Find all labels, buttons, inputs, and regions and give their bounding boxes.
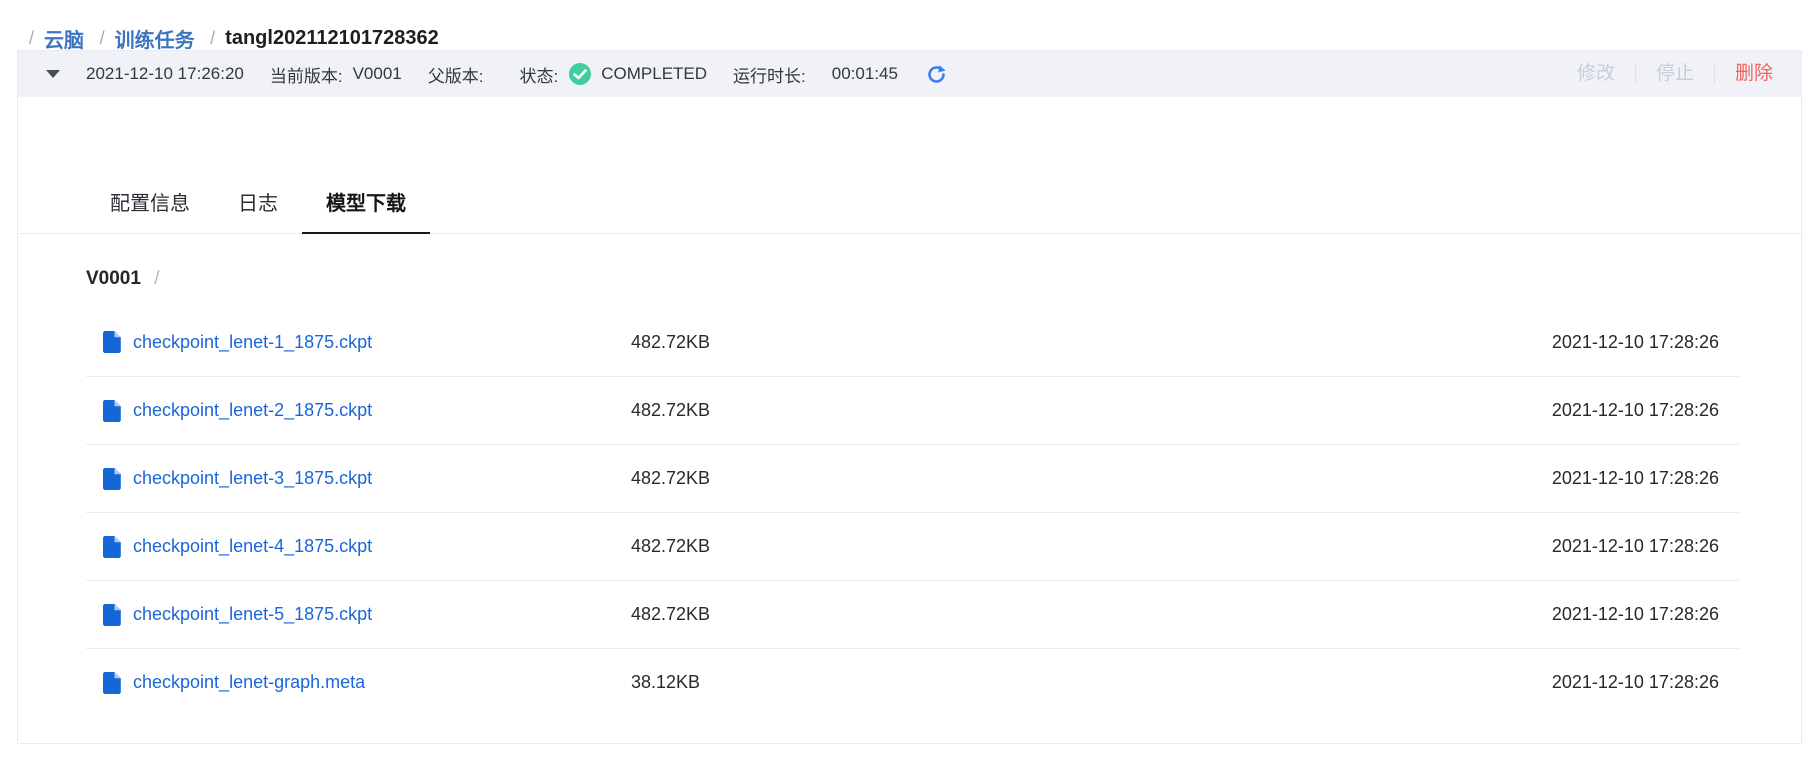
- file-row: checkpoint_lenet-graph.meta 38.12KB 2021…: [86, 648, 1739, 716]
- file-download-link[interactable]: checkpoint_lenet-1_1875.ckpt: [133, 332, 372, 353]
- file-modified-time: 2021-12-10 17:28:26: [1552, 604, 1739, 625]
- file-download-link[interactable]: checkpoint_lenet-graph.meta: [133, 672, 365, 693]
- file-size: 482.72KB: [631, 604, 1552, 625]
- training-task-card: 2021-12-10 17:26:20 当前版本: V0001 父版本: 状态:…: [17, 50, 1802, 744]
- parent-version-label: 父版本:: [428, 62, 484, 87]
- file-row: checkpoint_lenet-1_1875.ckpt 482.72KB 20…: [86, 308, 1739, 376]
- file-name-cell: checkpoint_lenet-graph.meta: [103, 672, 631, 694]
- file-name-cell: checkpoint_lenet-5_1875.ckpt: [103, 604, 631, 626]
- file-modified-time: 2021-12-10 17:28:26: [1552, 400, 1739, 421]
- breadcrumb-separator: /: [210, 28, 215, 49]
- file-row: checkpoint_lenet-2_1875.ckpt 482.72KB 20…: [86, 376, 1739, 444]
- breadcrumb-separator: /: [29, 28, 34, 49]
- caret-down-icon[interactable]: [46, 70, 60, 78]
- action-button[interactable]: 停止: [1635, 64, 1714, 84]
- file-modified-time: 2021-12-10 17:28:26: [1552, 672, 1739, 693]
- version-folder-link[interactable]: V0001: [86, 268, 141, 289]
- current-version-value: V0001: [353, 64, 402, 84]
- action-button[interactable]: 删除: [1714, 64, 1773, 84]
- breadcrumb-crumb: / 云脑: [19, 24, 84, 53]
- file-size: 482.72KB: [631, 400, 1552, 421]
- file-download-link[interactable]: checkpoint_lenet-5_1875.ckpt: [133, 604, 372, 625]
- document-icon: [103, 468, 121, 490]
- file-modified-time: 2021-12-10 17:28:26: [1552, 332, 1739, 353]
- duration-value: 00:01:45: [832, 64, 898, 84]
- current-version-label: 当前版本:: [270, 62, 343, 87]
- file-modified-time: 2021-12-10 17:28:26: [1552, 468, 1739, 489]
- file-size: 482.72KB: [631, 468, 1552, 489]
- tab-strip: 配置信息 日志 模型下载: [18, 173, 1801, 234]
- duration-label: 运行时长:: [733, 62, 806, 87]
- file-row: checkpoint_lenet-5_1875.ckpt 482.72KB 20…: [86, 580, 1739, 648]
- document-icon: [103, 536, 121, 558]
- page: / 云脑 / 训练任务 / tangl202112101728362 2021-…: [0, 0, 1819, 776]
- file-download-link[interactable]: checkpoint_lenet-3_1875.ckpt: [133, 468, 372, 489]
- document-icon: [103, 400, 121, 422]
- tab[interactable]: 配置信息: [86, 173, 214, 234]
- version-status-bar: 2021-12-10 17:26:20 当前版本: V0001 父版本: 状态:…: [18, 51, 1801, 97]
- breadcrumb-crumb: / tangl202112101728362: [200, 27, 439, 50]
- version-path: V0001 /: [86, 268, 1801, 290]
- file-modified-time: 2021-12-10 17:28:26: [1552, 536, 1739, 557]
- breadcrumb-item[interactable]: 训练任务: [115, 24, 195, 53]
- action-button[interactable]: 修改: [1557, 64, 1635, 84]
- file-size: 38.12KB: [631, 672, 1552, 693]
- file-row: checkpoint_lenet-3_1875.ckpt 482.72KB 20…: [86, 444, 1739, 512]
- document-icon: [103, 604, 121, 626]
- model-file-table: checkpoint_lenet-1_1875.ckpt 482.72KB 20…: [86, 308, 1739, 716]
- file-name-cell: checkpoint_lenet-3_1875.ckpt: [103, 468, 631, 490]
- document-icon: [103, 331, 121, 353]
- file-name-cell: checkpoint_lenet-1_1875.ckpt: [103, 331, 631, 353]
- file-row: checkpoint_lenet-4_1875.ckpt 482.72KB 20…: [86, 512, 1739, 580]
- status-label: 状态:: [520, 62, 559, 87]
- version-actions: 修改 停止 删除: [1557, 64, 1773, 84]
- refresh-icon[interactable]: [926, 64, 947, 85]
- file-size: 482.72KB: [631, 536, 1552, 557]
- breadcrumb-item[interactable]: tangl202112101728362: [225, 27, 439, 50]
- tab[interactable]: 日志: [214, 173, 302, 234]
- breadcrumb-separator: /: [100, 28, 105, 49]
- breadcrumb: / 云脑 / 训练任务 / tangl202112101728362: [0, 0, 1819, 50]
- version-create-time: 2021-12-10 17:26:20: [86, 64, 244, 84]
- breadcrumb-crumb: / 训练任务: [90, 24, 195, 53]
- breadcrumb-item[interactable]: 云脑: [44, 24, 84, 53]
- file-name-cell: checkpoint_lenet-4_1875.ckpt: [103, 536, 631, 558]
- file-name-cell: checkpoint_lenet-2_1875.ckpt: [103, 400, 631, 422]
- check-circle-icon: [568, 62, 592, 86]
- status-value: COMPLETED: [601, 64, 707, 84]
- document-icon: [103, 672, 121, 694]
- tab[interactable]: 模型下载: [302, 173, 430, 234]
- file-download-link[interactable]: checkpoint_lenet-4_1875.ckpt: [133, 536, 372, 557]
- file-download-link[interactable]: checkpoint_lenet-2_1875.ckpt: [133, 400, 372, 421]
- path-separator: /: [154, 268, 159, 289]
- file-size: 482.72KB: [631, 332, 1552, 353]
